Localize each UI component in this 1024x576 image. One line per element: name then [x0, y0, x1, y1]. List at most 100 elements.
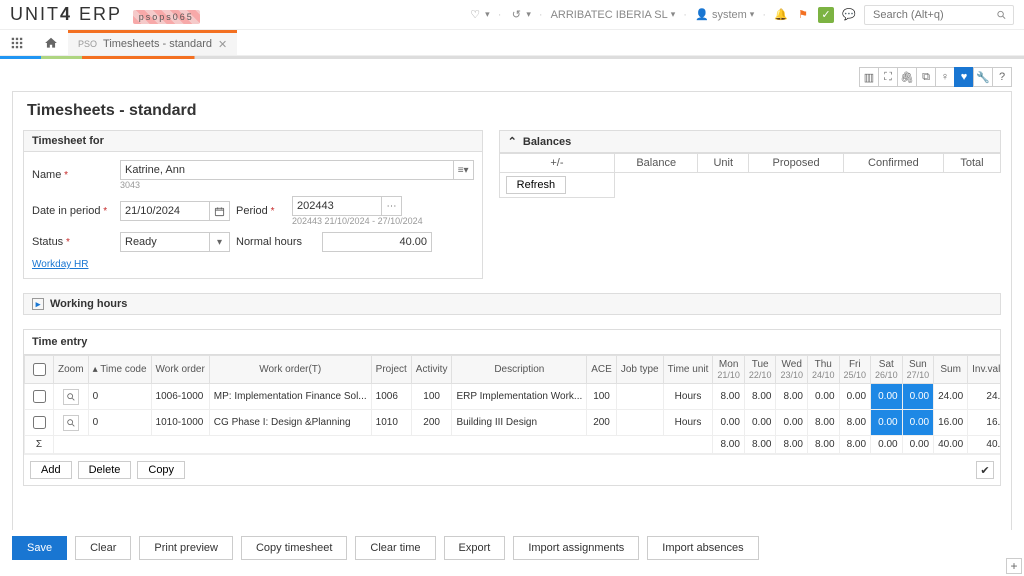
check-icon[interactable]: ✓	[818, 7, 834, 23]
tool-wrench[interactable]: 🔧	[973, 67, 993, 87]
cell-work-order-t[interactable]: CG Phase I: Design &Planning	[209, 410, 371, 436]
col-time-code[interactable]: ▴ Time code	[88, 356, 151, 384]
col-time-unit[interactable]: Time unit	[663, 356, 713, 384]
home-tab[interactable]	[34, 30, 68, 55]
col-zoom[interactable]: Zoom	[54, 356, 89, 384]
cell-work-order[interactable]: 1010-1000	[151, 410, 209, 436]
cell-day[interactable]: 8.00	[839, 410, 871, 436]
col-unit[interactable]: Unit	[698, 154, 749, 173]
date-input[interactable]	[120, 201, 210, 221]
col-proposed[interactable]: Proposed	[749, 154, 843, 173]
refresh-button[interactable]: Refresh	[506, 176, 567, 194]
cell-activity[interactable]: 200	[411, 410, 452, 436]
select-all-checkbox[interactable]	[33, 363, 46, 376]
collapse-icon[interactable]: ⌃	[508, 135, 517, 148]
col-activity[interactable]: Activity	[411, 356, 452, 384]
clear-button[interactable]: Clear	[75, 536, 131, 560]
tool-attach[interactable]: 🖇	[897, 67, 917, 87]
user-menu[interactable]: 👤system ▾	[695, 8, 754, 22]
delete-button[interactable]: Delete	[78, 461, 132, 479]
cell-job-type[interactable]	[616, 410, 663, 436]
cell-time-code[interactable]: 0	[88, 384, 151, 410]
export-button[interactable]: Export	[444, 536, 506, 560]
date-picker-button[interactable]	[210, 201, 230, 221]
name-input[interactable]	[120, 160, 454, 180]
col-work-order[interactable]: Work order	[151, 356, 209, 384]
workday-link[interactable]: Workday HR	[32, 259, 89, 270]
import-absences-button[interactable]: Import absences	[647, 536, 758, 560]
save-button[interactable]: Save	[12, 536, 67, 560]
import-assignments-button[interactable]: Import assignments	[513, 536, 639, 560]
cell-day[interactable]: 8.00	[776, 384, 808, 410]
chat-icon[interactable]: 💬	[842, 8, 856, 22]
cell-ace[interactable]: 100	[587, 384, 617, 410]
cell-description[interactable]: ERP Implementation Work...	[452, 384, 587, 410]
cell-description[interactable]: Building III Design	[452, 410, 587, 436]
cell-day[interactable]: 0.00	[744, 410, 776, 436]
zoom-icon[interactable]	[63, 415, 79, 431]
col-balance[interactable]: Balance	[615, 154, 698, 173]
cell-day[interactable]: 0.00	[839, 384, 871, 410]
status-input[interactable]	[120, 232, 210, 252]
col-description[interactable]: Description	[452, 356, 587, 384]
status-dropdown-button[interactable]: ▾	[210, 232, 230, 252]
col-wed[interactable]: Wed23/10	[776, 356, 808, 384]
cell-day[interactable]: 0.00	[902, 410, 934, 436]
cell-job-type[interactable]	[616, 384, 663, 410]
zoom-icon[interactable]	[63, 389, 79, 405]
cell-day[interactable]: 0.00	[902, 384, 934, 410]
tool-link[interactable]: ⧉	[916, 67, 936, 87]
tool-idea[interactable]: ♀	[935, 67, 955, 87]
expand-icon[interactable]: ▸	[32, 298, 44, 310]
cell-project[interactable]: 1010	[371, 410, 411, 436]
tool-layout[interactable]: ▥	[859, 67, 879, 87]
table-row[interactable]: 01010-1000CG Phase I: Design &Planning10…	[25, 410, 1001, 436]
cell-ace[interactable]: 200	[587, 410, 617, 436]
cell-day[interactable]: 0.00	[871, 384, 903, 410]
col-confirmed[interactable]: Confirmed	[843, 154, 943, 173]
table-row[interactable]: 01006-1000MP: Implementation Finance Sol…	[25, 384, 1001, 410]
col-work-order-t[interactable]: Work order(T)	[209, 356, 371, 384]
global-search[interactable]	[864, 5, 1014, 25]
col-project[interactable]: Project	[371, 356, 411, 384]
cell-time-unit[interactable]: Hours	[663, 384, 713, 410]
col-sun[interactable]: Sun27/10	[902, 356, 934, 384]
col-ace[interactable]: ACE	[587, 356, 617, 384]
cell-activity[interactable]: 100	[411, 384, 452, 410]
flag-icon[interactable]: ⚑	[796, 8, 810, 22]
col-job-type[interactable]: Job type	[616, 356, 663, 384]
col-mon[interactable]: Mon21/10	[713, 356, 745, 384]
period-input[interactable]	[292, 196, 382, 216]
col-sat[interactable]: Sat26/10	[871, 356, 903, 384]
row-checkbox[interactable]	[33, 390, 46, 403]
copy-timesheet-button[interactable]: Copy timesheet	[241, 536, 347, 560]
cell-day[interactable]: 0.00	[713, 410, 745, 436]
close-icon[interactable]: ✕	[218, 38, 227, 51]
add-button[interactable]: Add	[30, 461, 72, 479]
cell-day[interactable]: 8.00	[807, 410, 839, 436]
cell-day[interactable]: 8.00	[713, 384, 745, 410]
bell-icon[interactable]: 🔔	[774, 8, 788, 22]
confirm-icon[interactable]: ✔	[976, 461, 994, 479]
tool-expand[interactable]: ⛶	[878, 67, 898, 87]
cell-work-order[interactable]: 1006-1000	[151, 384, 209, 410]
cell-day[interactable]: 0.00	[807, 384, 839, 410]
col-tue[interactable]: Tue22/10	[744, 356, 776, 384]
col-sum[interactable]: Sum	[934, 356, 968, 384]
cell-time-code[interactable]: 0	[88, 410, 151, 436]
history-menu[interactable]: ↺▾	[509, 8, 531, 22]
col-total[interactable]: Total	[944, 154, 1001, 173]
col-thu[interactable]: Thu24/10	[807, 356, 839, 384]
tool-help[interactable]: ?	[992, 67, 1012, 87]
add-widget-button[interactable]: +	[1006, 558, 1022, 574]
org-picker[interactable]: ARRIBATEC IBERIA SL ▾	[551, 9, 676, 21]
tab-timesheets[interactable]: PSO Timesheets - standard ✕	[68, 30, 237, 55]
app-launcher[interactable]	[0, 30, 34, 55]
tool-favorite[interactable]: ♥	[954, 67, 974, 87]
col-inv[interactable]: Inv.value	[968, 356, 1000, 384]
cell-day[interactable]: 8.00	[744, 384, 776, 410]
clear-time-button[interactable]: Clear time	[355, 536, 435, 560]
cell-day[interactable]: 0.00	[871, 410, 903, 436]
row-checkbox[interactable]	[33, 416, 46, 429]
name-lookup-button[interactable]: ≡▾	[454, 160, 474, 180]
